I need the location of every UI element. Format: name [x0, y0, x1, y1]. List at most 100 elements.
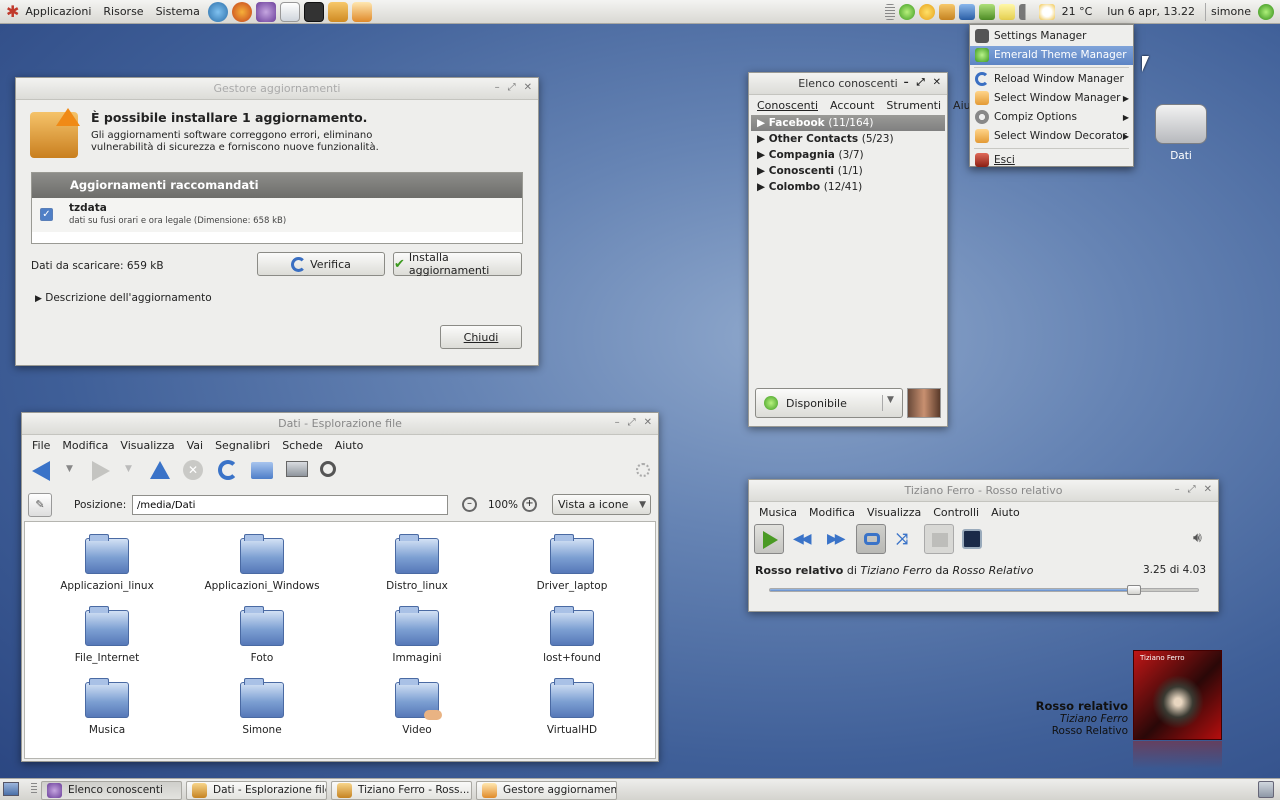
browser-launcher-icon[interactable] [207, 1, 228, 22]
folder-item[interactable]: Distro_linux [347, 534, 487, 592]
folder-item[interactable]: VirtualHD [502, 678, 642, 736]
maximize-icon[interactable]: ⤢ [917, 77, 925, 88]
edit-location-icon[interactable]: ✎ [28, 493, 52, 517]
titlebar[interactable]: Elenco conoscenti – ⤢ ✕ [749, 73, 947, 95]
next-icon[interactable]: ▶▶ [827, 531, 845, 547]
menu-bookmarks[interactable]: Segnalibri [209, 439, 276, 452]
pidgin-launcher-icon[interactable] [255, 1, 276, 22]
volume-icon[interactable]: 🔊︎ [1193, 530, 1202, 546]
network-icon[interactable] [898, 3, 915, 20]
seek-bar[interactable] [769, 585, 1199, 595]
update-row[interactable]: ✓ tzdata dati su fusi orari e ora legale… [32, 198, 522, 232]
menu-edit[interactable]: Modifica [56, 439, 114, 452]
menu-settings-manager[interactable]: Settings Manager [970, 27, 1133, 46]
notes-icon[interactable] [998, 3, 1015, 20]
home-icon[interactable] [251, 462, 273, 479]
temperature-label[interactable]: 21 °C [1057, 5, 1098, 18]
task-music-player[interactable]: Tiziano Ferro - Ross... [331, 781, 472, 800]
close-icon[interactable]: ✕ [933, 77, 941, 88]
zoom-in-icon[interactable]: + [522, 497, 537, 512]
browse-button[interactable] [924, 524, 954, 554]
group-colombo[interactable]: ▶ Colombo (12/41) [751, 179, 945, 195]
zoom-level[interactable]: 100% [488, 499, 518, 511]
back-icon[interactable] [32, 461, 50, 481]
album-cover[interactable]: Tiziano Ferro [1133, 650, 1222, 740]
image-tray-icon[interactable] [958, 3, 975, 20]
folder-item[interactable]: Driver_laptop [502, 534, 642, 592]
group-other-contacts[interactable]: ▶ Other Contacts (5/23) [751, 131, 945, 147]
user-status-icon[interactable] [1258, 3, 1274, 20]
applications-menu[interactable]: Applicazioni [19, 0, 97, 24]
menu-controls[interactable]: Controlli [927, 506, 985, 519]
desktop-drive-icon[interactable]: Dati [1150, 104, 1212, 162]
user-label[interactable]: simone [1206, 5, 1256, 18]
firefox-launcher-icon[interactable] [231, 1, 252, 22]
maximize-icon[interactable]: ⤢ [628, 417, 636, 428]
mail-launcher-icon[interactable] [279, 1, 300, 22]
minimize-icon[interactable]: – [1175, 484, 1180, 495]
up-icon[interactable] [150, 461, 170, 479]
menu-file[interactable]: File [26, 439, 56, 452]
close-icon[interactable]: ✕ [524, 82, 532, 93]
group-facebook[interactable]: ▶ Facebook (11/164) [751, 115, 945, 131]
group-compagnia[interactable]: ▶ Compagnia (3/7) [751, 147, 945, 163]
folder-item[interactable]: Video [347, 678, 487, 736]
seek-thumb[interactable] [1126, 585, 1141, 595]
task-file-manager[interactable]: Dati - Esplorazione file [186, 781, 327, 800]
folder-item[interactable]: Applicazioni_linux [37, 534, 177, 592]
folder-item[interactable]: File_Internet [37, 606, 177, 664]
menu-edit[interactable]: Modifica [803, 506, 861, 519]
menu-contacts[interactable]: Conoscenti [751, 99, 824, 112]
clock[interactable]: lun 6 apr, 13.22 [1097, 5, 1205, 18]
titlebar[interactable]: Tiziano Ferro - Rosso relativo – ⤢ ✕ [749, 480, 1218, 502]
menu-help[interactable]: Aiuto [985, 506, 1026, 519]
group-conoscenti[interactable]: ▶ Conoscenti (1/1) [751, 163, 945, 179]
maximize-icon[interactable]: ⤢ [1188, 484, 1196, 495]
screens-icon[interactable] [978, 3, 995, 20]
menu-music[interactable]: Musica [753, 506, 803, 519]
titlebar[interactable]: Dati - Esplorazione file – ⤢ ✕ [22, 413, 658, 435]
menu-help[interactable]: Aiuto [329, 439, 370, 452]
close-icon[interactable]: ✕ [644, 417, 652, 428]
weather-sun-icon[interactable] [918, 3, 935, 20]
view-mode-select[interactable]: Vista a icone ▼ [552, 494, 651, 515]
play-button[interactable] [754, 524, 784, 554]
back-dropdown-icon[interactable]: ▼ [66, 464, 73, 474]
folder-item[interactable]: Foto [192, 606, 332, 664]
location-input[interactable] [132, 495, 448, 515]
trash-icon[interactable] [1258, 781, 1274, 798]
folder-item[interactable]: Applicazioni_Windows [192, 534, 332, 592]
folder-item[interactable]: lost+found [502, 606, 642, 664]
folder-item[interactable]: Musica [37, 678, 177, 736]
menu-exit[interactable]: Esci [970, 151, 1133, 170]
titlebar[interactable]: Gestore aggiornamenti – ⤢ ✕ [16, 78, 538, 100]
system-menu[interactable]: Sistema [150, 0, 206, 24]
update-checkbox[interactable]: ✓ [40, 208, 53, 221]
update-details-expander[interactable]: ▶ Descrizione dell'aggiornamento [35, 292, 212, 304]
task-update-manager[interactable]: Gestore aggiornamenti [476, 781, 617, 800]
visualizer-icon[interactable] [962, 529, 982, 549]
package-launcher-icon[interactable] [327, 1, 348, 22]
maximize-icon[interactable]: ⤢ [508, 82, 516, 93]
minimize-icon[interactable]: – [904, 77, 909, 88]
verify-button[interactable]: Verifica [257, 252, 385, 276]
folder-item[interactable]: Immagini [347, 606, 487, 664]
close-icon[interactable]: ✕ [1204, 484, 1212, 495]
menu-view[interactable]: Visualizza [861, 506, 927, 519]
volume-icon[interactable] [1018, 3, 1035, 20]
minimize-icon[interactable]: – [615, 417, 620, 428]
menu-select-window-manager[interactable]: Select Window Manager ▶ [970, 89, 1133, 108]
previous-icon[interactable]: ◀◀ [793, 531, 811, 547]
minimize-icon[interactable]: – [495, 82, 500, 93]
menu-account[interactable]: Account [824, 99, 880, 112]
shuffle-icon[interactable]: ⤨ [896, 530, 908, 548]
install-updates-button[interactable]: ✔ Installa aggiornamenti [393, 251, 522, 277]
zoom-out-icon[interactable]: – [462, 497, 477, 512]
buddy-avatar[interactable] [907, 388, 941, 418]
gnome-foot-icon[interactable]: ✱ [6, 2, 19, 21]
folder-tray-icon[interactable] [938, 3, 955, 20]
status-selector[interactable]: Disponibile ▼ [755, 388, 903, 418]
folder-item[interactable]: Simone [192, 678, 332, 736]
menu-compiz-options[interactable]: Compiz Options ▶ [970, 108, 1133, 127]
menu-reload-window-manager[interactable]: Reload Window Manager [970, 70, 1133, 89]
